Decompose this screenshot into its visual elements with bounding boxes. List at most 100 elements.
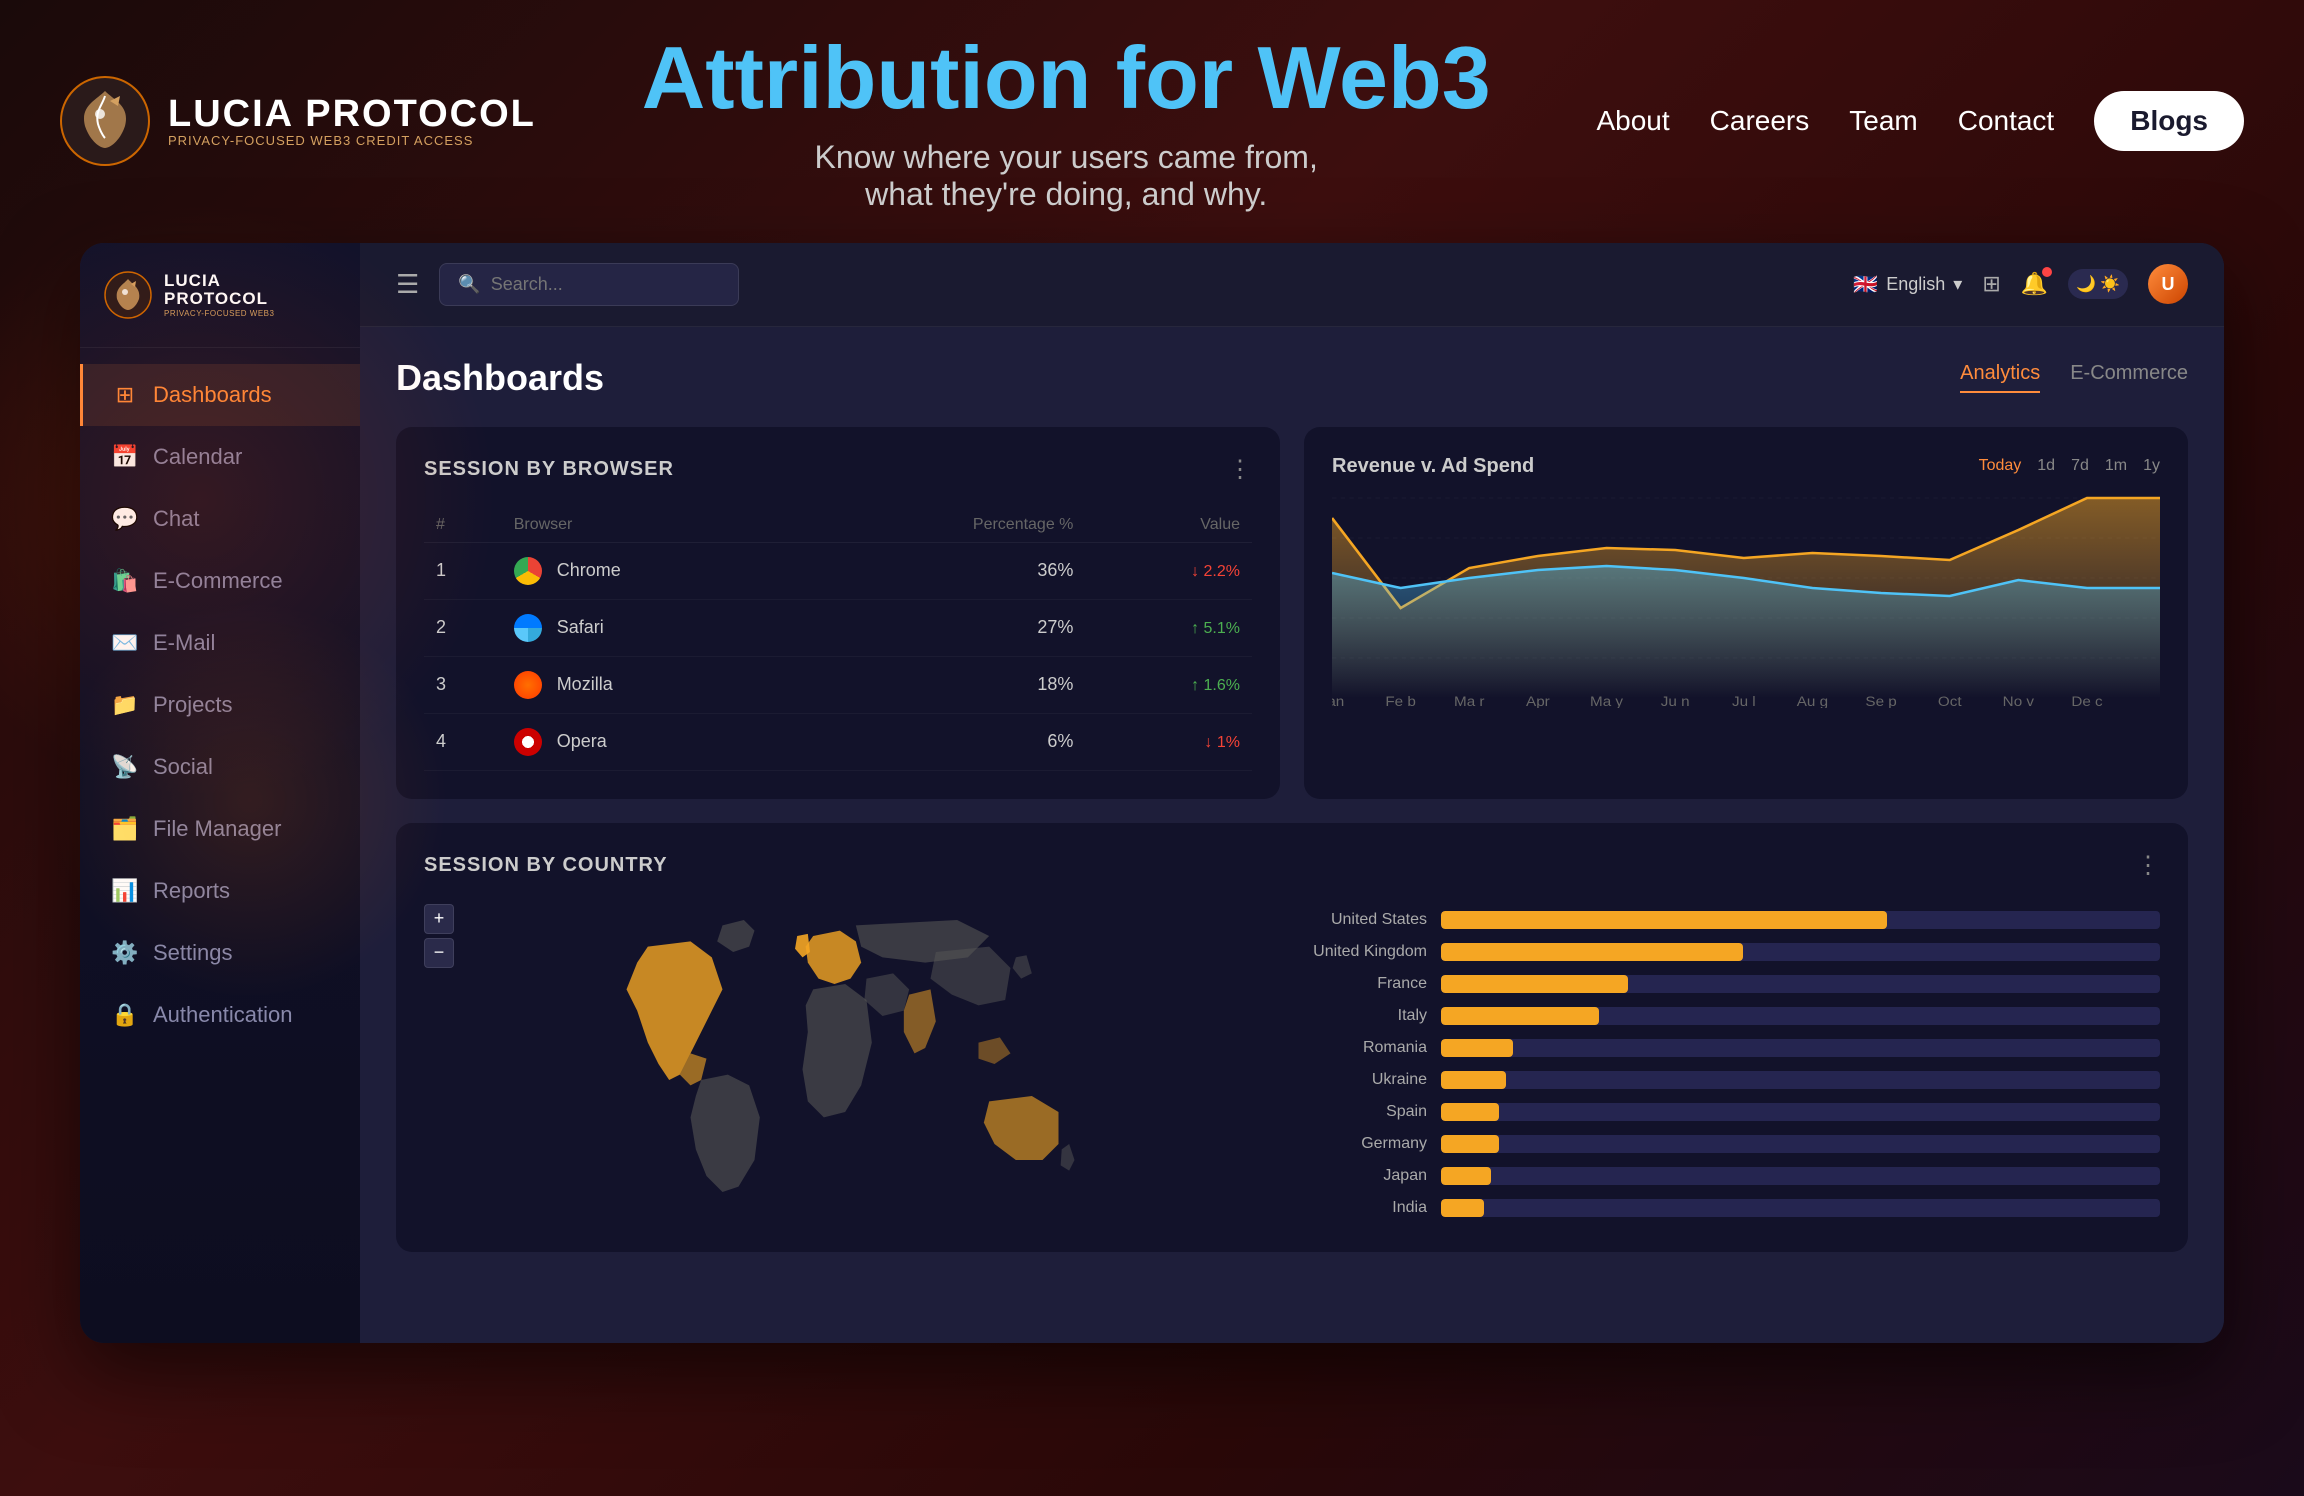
country-name: Italy	[1307, 1007, 1427, 1025]
country-name: Germany	[1307, 1135, 1427, 1153]
map-zoom-out[interactable]: −	[424, 938, 454, 968]
bar-fill	[1441, 1007, 1599, 1025]
theme-toggle[interactable]: 🌙 ☀️	[2068, 269, 2128, 299]
col-browser: Browser	[502, 508, 801, 543]
country-name: Ukraine	[1307, 1071, 1427, 1089]
revenue-card-header: Revenue v. Ad Spend Today 1d 7d 1m 1y	[1332, 455, 2160, 478]
social-icon: 📡	[111, 754, 139, 780]
browser-icon	[514, 557, 542, 585]
bar-fill	[1441, 1199, 1484, 1217]
sidebar-item-calendar[interactable]: 📅 Calendar	[80, 426, 360, 488]
sidebar-item-ecommerce[interactable]: 🛍️ E-Commerce	[80, 550, 360, 612]
topbar-right: 🇬🇧 English ▾ ⊞ 🔔 🌙 ☀️ U	[1853, 264, 2188, 304]
logo-title: LUCIA PROTOCOL	[168, 95, 536, 133]
country-row: United States	[1307, 911, 2160, 929]
sidebar-logo-text: LUCIAPROTOCOL PRIVACY-FOCUSED WEB3	[164, 272, 274, 318]
country-name: India	[1307, 1199, 1427, 1217]
browser-icon	[514, 671, 542, 699]
search-bar[interactable]: 🔍	[439, 263, 739, 306]
table-row: 3 Mozilla 18% ↑ 1.6%	[424, 656, 1252, 713]
filter-1d[interactable]: 1d	[2037, 457, 2055, 475]
row-pct: 6%	[801, 713, 1085, 770]
row-num: 3	[424, 656, 502, 713]
sidebar-item-reports[interactable]: 📊 Reports	[80, 860, 360, 922]
country-card: SESSION BY COUNTRY ⋮ + −	[396, 823, 2188, 1252]
projects-icon: 📁	[111, 692, 139, 718]
bar-container	[1441, 1199, 2160, 1217]
topbar: ☰ 🔍 🇬🇧 English ▾ ⊞ 🔔 🌙 ☀️	[360, 243, 2224, 327]
sidebar-item-label: E-Commerce	[153, 568, 283, 594]
sidebar-item-label: Social	[153, 754, 213, 780]
sidebar-logo-icon	[104, 271, 152, 319]
ecommerce-icon: 🛍️	[111, 568, 139, 594]
world-map: + −	[424, 904, 1277, 1224]
sidebar-item-settings[interactable]: ⚙️ Settings	[80, 922, 360, 984]
grid-icon[interactable]: ⊞	[1982, 271, 2000, 297]
avatar[interactable]: U	[2148, 264, 2188, 304]
menu-icon[interactable]: ☰	[396, 269, 419, 300]
sidebar-item-dashboards[interactable]: ⊞ Dashboards	[80, 364, 360, 426]
hero-text: Attribution for Web3 Know where your use…	[536, 30, 1597, 213]
nav-contact[interactable]: Contact	[1958, 105, 2055, 137]
country-row: India	[1307, 1199, 2160, 1217]
browser-card-menu[interactable]: ⋮	[1228, 455, 1252, 484]
browser-card-title: SESSION BY BROWSER	[424, 458, 674, 481]
sidebar-item-label: Dashboards	[153, 382, 272, 408]
row-browser: Safari	[502, 599, 801, 656]
sidebar-item-projects[interactable]: 📁 Projects	[80, 674, 360, 736]
country-name: Romania	[1307, 1039, 1427, 1057]
tab-ecommerce[interactable]: E-Commerce	[2070, 362, 2188, 393]
svg-text:Ju n: Ju n	[1661, 694, 1690, 707]
dashboard-wrapper: LUCIAPROTOCOL PRIVACY-FOCUSED WEB3 ⊞ Das…	[80, 243, 2224, 1343]
svg-text:Ju l: Ju l	[1732, 694, 1756, 707]
page-title: Dashboards	[396, 357, 604, 399]
revenue-card: Revenue v. Ad Spend Today 1d 7d 1m 1y	[1304, 427, 2188, 799]
nav-links: About Careers Team Contact Blogs	[1596, 91, 2244, 151]
row-val: ↓ 2.2%	[1085, 542, 1252, 599]
hero-subtitle: Know where your users came from,what the…	[536, 139, 1597, 213]
row-num: 2	[424, 599, 502, 656]
sidebar-item-filemanager[interactable]: 🗂️ File Manager	[80, 798, 360, 860]
bar-container	[1441, 1071, 2160, 1089]
nav-about[interactable]: About	[1596, 105, 1669, 137]
notification-icon[interactable]: 🔔	[2021, 271, 2048, 297]
sidebar-item-email[interactable]: ✉️ E-Mail	[80, 612, 360, 674]
sidebar-item-label: Reports	[153, 878, 230, 904]
map-zoom-in[interactable]: +	[424, 904, 454, 934]
svg-text:Apr: Apr	[1526, 694, 1550, 707]
country-bars: United States United Kingdom France Ital…	[1307, 904, 2160, 1224]
sidebar-item-label: Calendar	[153, 444, 242, 470]
country-row: Italy	[1307, 1007, 2160, 1025]
nav-blogs-button[interactable]: Blogs	[2094, 91, 2244, 151]
filter-today[interactable]: Today	[1979, 457, 2022, 475]
tab-analytics[interactable]: Analytics	[1960, 362, 2040, 393]
search-input[interactable]	[491, 274, 711, 295]
table-row: 1 Chrome 36% ↓ 2.2%	[424, 542, 1252, 599]
country-row: United Kingdom	[1307, 943, 2160, 961]
bar-fill	[1441, 975, 1628, 993]
sun-icon: ☀️	[2100, 274, 2120, 294]
main-content: ☰ 🔍 🇬🇧 English ▾ ⊞ 🔔 🌙 ☀️	[360, 243, 2224, 1343]
country-name: France	[1307, 975, 1427, 993]
filemanager-icon: 🗂️	[111, 816, 139, 842]
sidebar-item-authentication[interactable]: 🔒 Authentication	[80, 984, 360, 1046]
row-num: 4	[424, 713, 502, 770]
country-card-menu[interactable]: ⋮	[2136, 851, 2160, 880]
filter-1y[interactable]: 1y	[2143, 457, 2160, 475]
nav-team[interactable]: Team	[1849, 105, 1917, 137]
filter-1m[interactable]: 1m	[2105, 457, 2127, 475]
row-pct: 27%	[801, 599, 1085, 656]
filter-7d[interactable]: 7d	[2071, 457, 2089, 475]
bar-container	[1441, 1167, 2160, 1185]
sidebar-item-social[interactable]: 📡 Social	[80, 736, 360, 798]
sidebar-item-chat[interactable]: 💬 Chat	[80, 488, 360, 550]
flag-icon: 🇬🇧	[1853, 272, 1878, 297]
sidebar-item-label: File Manager	[153, 816, 281, 842]
sidebar-item-label: Settings	[153, 940, 233, 966]
row-val: ↑ 5.1%	[1085, 599, 1252, 656]
language-selector[interactable]: 🇬🇧 English ▾	[1853, 272, 1962, 297]
nav-careers[interactable]: Careers	[1710, 105, 1810, 137]
svg-text:Au g: Au g	[1797, 694, 1828, 707]
language-label: English	[1886, 274, 1945, 295]
bar-fill	[1441, 1167, 1491, 1185]
